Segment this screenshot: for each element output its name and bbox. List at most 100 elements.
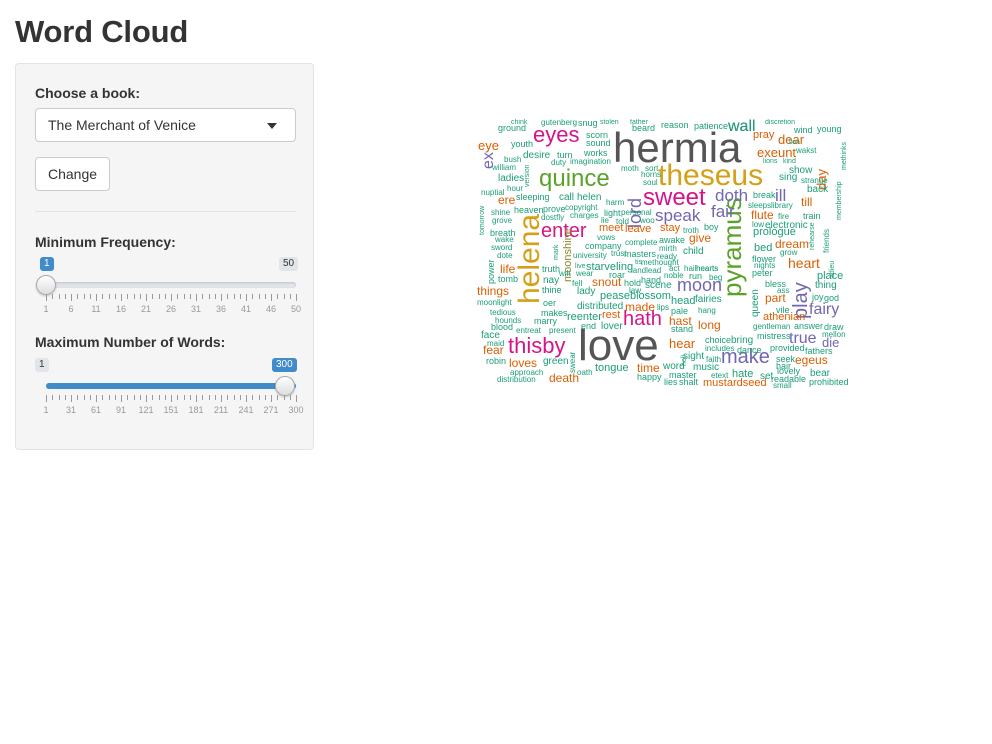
word-cloud-word: young	[817, 124, 842, 134]
word-cloud-word: helen	[577, 192, 602, 203]
slider-tick-label: 50	[290, 304, 302, 314]
max-words-fill	[46, 383, 296, 389]
slider-tick-label: 21	[140, 304, 152, 314]
word-cloud-word: wear	[576, 269, 594, 278]
slider-tick	[83, 395, 85, 400]
word-cloud-word: robin	[486, 356, 507, 366]
change-button[interactable]: Change	[35, 157, 110, 191]
word-cloud-word: thing	[815, 280, 837, 291]
word-cloud-word: distribution	[497, 375, 536, 384]
slider-tick-label: 46	[265, 304, 277, 314]
word-cloud-word: boy	[704, 222, 719, 232]
slider-tick	[108, 294, 110, 299]
slider-tick	[64, 294, 66, 299]
word-cloud-word: eye	[478, 138, 499, 153]
word-cloud-word: dance	[737, 345, 762, 355]
slider-tick	[71, 395, 72, 402]
word-cloud-word: fairy	[809, 301, 840, 318]
slider-tick	[77, 395, 79, 400]
word-cloud-word: duty	[551, 158, 567, 167]
word-cloud-word: pray	[753, 129, 775, 141]
word-cloud-word: long	[698, 318, 721, 332]
word-cloud-word: fair	[711, 202, 735, 221]
word-cloud-word: hang	[698, 306, 716, 315]
word-cloud-word: roar	[609, 270, 626, 280]
word-cloud-word: green	[543, 356, 569, 367]
book-select-value: The Merchant of Venice	[48, 117, 196, 133]
word-cloud-word: wall	[728, 119, 756, 135]
slider-tick-label: 121	[138, 405, 154, 415]
word-cloud-word: troth	[683, 226, 700, 235]
word-cloud-word: desire	[523, 150, 551, 161]
slider-tick	[177, 294, 179, 299]
word-cloud-word: lie	[601, 216, 610, 225]
slider-tick	[233, 395, 235, 400]
slider-tick	[158, 294, 160, 299]
word-cloud-word: lady	[577, 286, 596, 297]
slider-tick	[246, 294, 247, 301]
word-cloud-word: moth	[621, 164, 639, 173]
word-cloud-word: maid	[487, 339, 505, 348]
slider-tick	[71, 294, 72, 301]
slider-tick	[252, 395, 254, 400]
word-cloud-word: train	[803, 211, 821, 221]
slider-tick	[221, 395, 222, 402]
word-cloud-word: imagination	[570, 157, 611, 166]
word-cloud-word: dote	[497, 251, 513, 260]
word-cloud-word: grow	[780, 248, 798, 257]
word-cloud-word: trust	[611, 249, 627, 258]
word-cloud-word: joy	[812, 292, 824, 302]
word-cloud-word: father	[630, 119, 648, 126]
word-cloud-word: happy	[637, 372, 662, 382]
word-cloud-word: mark	[553, 244, 560, 260]
word-cloud-word: provided	[770, 343, 805, 353]
slider-tick-label: 1	[43, 405, 49, 415]
word-cloud-word: god	[824, 293, 840, 303]
word-cloud-word: power	[486, 259, 496, 284]
word-cloud-word: friends	[822, 228, 831, 253]
word-cloud-word: tongue	[595, 362, 629, 374]
slider-tick	[239, 294, 241, 299]
word-cloud-word: soul	[643, 178, 658, 187]
word-cloud-word: library	[771, 201, 793, 210]
word-cloud-word: swear	[568, 351, 577, 373]
word-cloud-word: call	[559, 192, 575, 203]
slider-tick	[177, 395, 179, 400]
slider-tick	[77, 294, 79, 299]
word-cloud-word: hear	[669, 336, 696, 351]
word-cloud-word: answer	[794, 321, 824, 331]
max-words-handle[interactable]	[275, 376, 295, 396]
slider-tick	[152, 294, 154, 299]
word-cloud-word: lion	[789, 139, 800, 146]
word-cloud-word: heart	[788, 255, 820, 271]
word-cloud-word: harm	[606, 198, 625, 207]
min-frequency-handle[interactable]	[36, 275, 56, 295]
slider-tick	[164, 395, 166, 400]
slider-tick-label: 241	[238, 405, 254, 415]
slider-tick	[139, 395, 141, 400]
max-words-track[interactable]	[46, 383, 296, 389]
slider-tick	[171, 395, 172, 402]
word-cloud-word: noble	[664, 271, 684, 280]
slider-tick	[58, 395, 60, 400]
word-cloud: hermia love theseus quince helena pyramus swee…	[473, 119, 849, 389]
slider-tick	[96, 294, 97, 301]
word-cloud-word: present	[549, 326, 576, 335]
slider-tick	[58, 294, 60, 299]
word-cloud-word: told	[616, 217, 629, 226]
word-cloud-word: tomb	[498, 274, 519, 284]
word-cloud-word: hearts	[696, 264, 719, 273]
word-cloud-word: hate	[732, 368, 754, 380]
word-cloud-word: bed	[754, 242, 773, 254]
word-cloud-word: stay	[660, 222, 681, 234]
slider-tick	[258, 395, 260, 400]
word-cloud-word: made	[625, 300, 656, 314]
word-cloud-word: wilt	[559, 269, 571, 278]
word-cloud-word: includes	[705, 344, 735, 353]
slider-tick	[196, 395, 197, 402]
slider-tick	[89, 395, 91, 400]
book-select[interactable]: The Merchant of Venice	[35, 108, 296, 142]
max-words-min-badge: 1	[35, 358, 49, 372]
min-frequency-track[interactable]	[46, 282, 296, 288]
slider-tick	[246, 395, 247, 402]
